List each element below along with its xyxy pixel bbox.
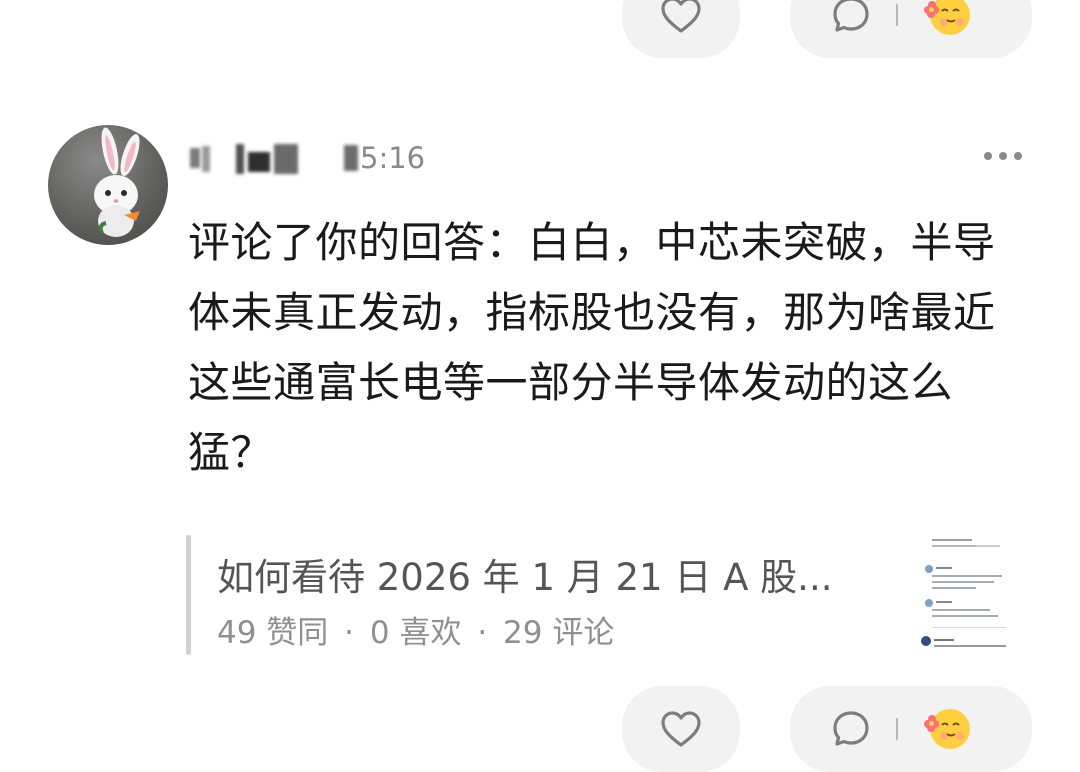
screenshot-thumbnail-icon [921,539,1006,647]
quoted-answer-stats: 49 赞同 · 0 喜欢 · 29 评论 [217,607,614,652]
comment-emoji-group [790,686,1032,772]
flower-smile-emoji-icon[interactable] [922,705,974,753]
comment-header: 5:16 [188,136,425,180]
quote-bar [186,535,191,655]
avatar[interactable] [48,125,168,245]
likes-count: 49 赞同 [217,615,329,651]
separator: · [344,615,355,651]
quoted-answer-thumbnail[interactable] [918,531,1018,657]
comment-bubble-icon[interactable] [830,0,872,36]
timestamp-redacted [344,145,358,171]
heart-outline-icon [659,709,703,749]
heart-outline-icon [659,0,703,35]
comment-bubble-icon[interactable] [830,708,872,750]
comments-count: 29 评论 [503,615,615,651]
favorites-count: 0 喜欢 [369,615,462,651]
comment-emoji-group [790,0,1032,58]
flower-smile-emoji-icon[interactable] [922,0,974,39]
divider [896,4,898,26]
like-button[interactable] [622,686,740,772]
quoted-question-title[interactable]: 如何看待 2026 年 1 月 21 日 A 股... [217,547,832,601]
timestamp-group: 5:16 [344,141,425,175]
separator: · [477,615,488,651]
timestamp: 5:16 [360,141,426,175]
like-button[interactable] [622,0,740,58]
username-redacted[interactable] [188,142,308,174]
quoted-answer-card[interactable]: 如何看待 2026 年 1 月 21 日 A 股... 49 赞同 · 0 喜欢… [186,531,1032,657]
divider [896,718,898,740]
comment-text: 评论了你的回答：白白，中芯未突破，半导体未真正发动，指标股也没有，那为啥最近这些… [188,218,996,477]
rabbit-avatar-icon [94,127,140,237]
more-options-icon[interactable] [982,148,1024,162]
